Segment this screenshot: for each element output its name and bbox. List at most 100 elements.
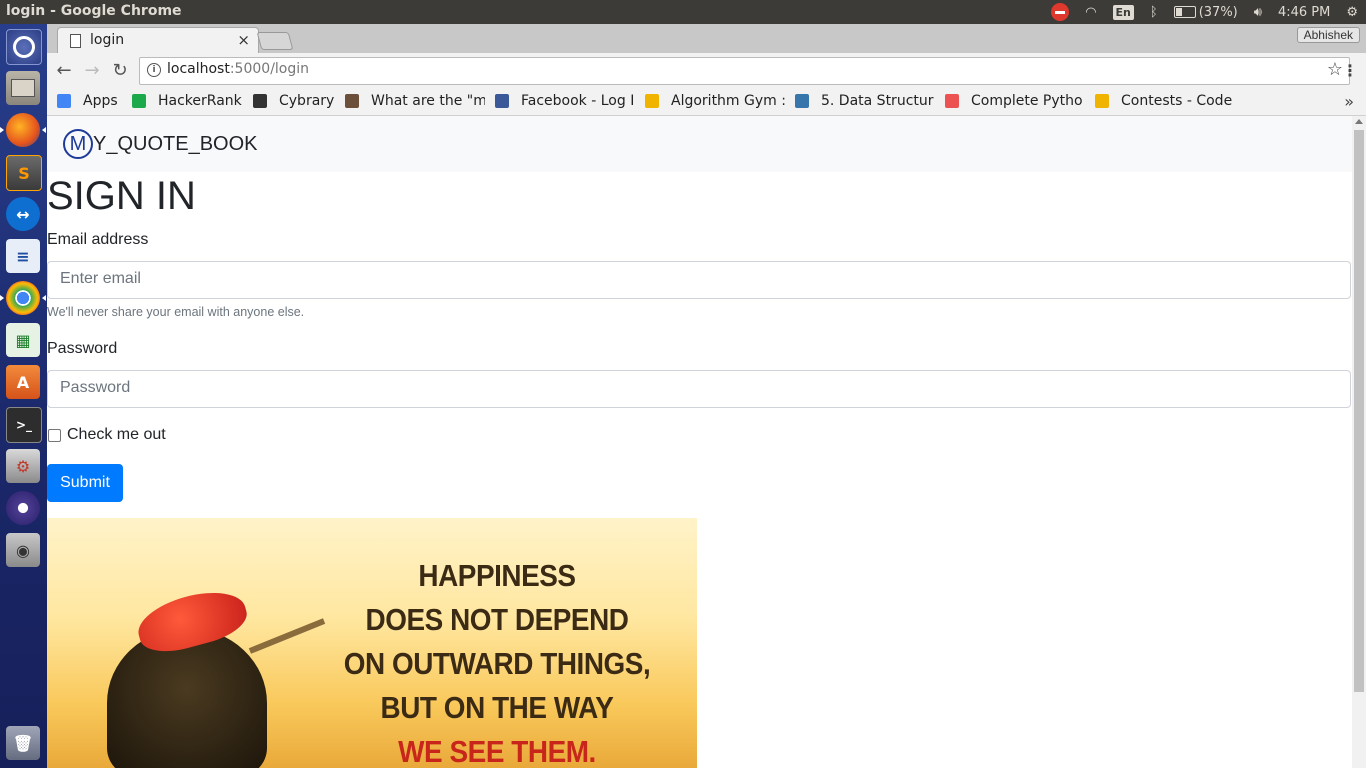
bookmark-item[interactable]: Complete Pytho: [945, 93, 1083, 109]
password-field[interactable]: Password: [47, 370, 1351, 408]
window-title: login - Google Chrome: [6, 3, 182, 19]
writer-icon[interactable]: ≡: [6, 239, 40, 273]
url-text[interactable]: localhost:5000/login: [167, 61, 309, 77]
ubuntu-top-panel: login - Google Chrome ◠ En ᛒ (37%) 🔊︎ 4:…: [0, 0, 1366, 24]
quote-line: DOES NOT DEPEND: [365, 602, 629, 637]
facebook-icon: [495, 94, 509, 108]
page-title: SIGN IN: [47, 174, 196, 218]
system-settings-icon[interactable]: ⚙: [6, 449, 40, 483]
screenshot-icon[interactable]: ◉: [6, 533, 40, 567]
bookmark-label: Facebook - Log I: [521, 93, 635, 109]
hedgehog-illustration: [107, 628, 267, 768]
system-tray: ◠ En ᛒ (37%) 🔊︎ 4:46 PM ⚙: [1043, 0, 1366, 24]
password-placeholder: Password: [60, 379, 131, 396]
clock[interactable]: 4:46 PM: [1278, 5, 1330, 20]
bookmark-item[interactable]: What are the "m: [345, 93, 485, 109]
navbar: M Y_QUOTE_BOOK: [47, 116, 1352, 172]
flute-illustration: [248, 618, 326, 654]
udemy-icon: [945, 94, 959, 108]
bookmark-label: Contests - Code: [1121, 93, 1233, 109]
battery-icon: [1173, 6, 1196, 18]
python-icon: [795, 94, 809, 108]
bookmarks-bar: » Apps HackerRank Cybrary What are the "m Fa…: [47, 89, 1366, 116]
browser-toolbar: ← → ↻ i localhost:5000/login ☆ ⋮: [47, 53, 1366, 89]
back-arrow-icon[interactable]: ←: [53, 60, 75, 82]
bookmark-label: Apps: [83, 93, 117, 109]
email-field[interactable]: Enter email: [47, 261, 1351, 299]
battery-indicator[interactable]: (37%): [1173, 4, 1238, 20]
bookmark-label: Algorithm Gym :: [671, 93, 785, 109]
quote-highlight-line: WE SEE THEM.: [398, 734, 596, 768]
tab-login[interactable]: login ×: [57, 27, 259, 54]
tab-close-icon[interactable]: ×: [237, 31, 250, 49]
site-info-icon[interactable]: i: [147, 63, 161, 77]
bookmark-item[interactable]: HackerRank: [132, 93, 242, 109]
brand-logo-icon[interactable]: M: [63, 129, 93, 159]
cc-icon: [345, 94, 359, 108]
scroll-up-arrow-icon[interactable]: [1355, 119, 1363, 124]
check-me-out-checkbox[interactable]: [48, 429, 61, 442]
page-content: M Y_QUOTE_BOOK SIGN IN Email address Ent…: [47, 116, 1352, 768]
scrollbar-thumb[interactable]: [1354, 130, 1364, 692]
volume-icon[interactable]: 🔊︎: [1254, 5, 1262, 20]
sublime-text-icon[interactable]: S: [6, 155, 42, 191]
forward-arrow-icon[interactable]: →: [81, 60, 103, 82]
bookmark-label: 5. Data Structur: [821, 93, 934, 109]
email-placeholder: Enter email: [60, 270, 141, 287]
teamviewer-icon[interactable]: ↔: [6, 197, 40, 231]
bookmark-item[interactable]: Contests - Code: [1095, 93, 1232, 109]
quote-text: HAPPINESS DOES NOT DEPEND ON OUTWARD THI…: [335, 554, 659, 768]
keyboard-layout-indicator[interactable]: En: [1112, 4, 1134, 20]
bookmark-label: HackerRank: [158, 93, 242, 109]
url-path: :5000/login: [229, 61, 310, 77]
wifi-icon[interactable]: ◠: [1085, 5, 1096, 20]
firefox-icon[interactable]: [0, 113, 46, 147]
bookmark-item[interactable]: Cybrary: [253, 93, 334, 109]
email-help-text: We'll never share your email with anyone…: [47, 305, 305, 319]
checkbox-label[interactable]: Check me out: [67, 426, 166, 444]
password-label: Password: [47, 340, 118, 357]
battery-percent: (37%): [1198, 4, 1238, 20]
no-entry-icon[interactable]: [1051, 3, 1070, 21]
tab-strip: login × Abhishek: [47, 24, 1366, 54]
chrome-menu-icon[interactable]: ⋮: [1342, 61, 1358, 80]
email-label: Email address: [47, 231, 149, 248]
bookmark-label: What are the "m: [371, 93, 485, 109]
software-center-icon[interactable]: A: [6, 365, 40, 399]
url-host: localhost: [167, 61, 230, 77]
new-tab-button[interactable]: [256, 32, 294, 50]
bookmark-star-icon[interactable]: ☆: [1327, 59, 1343, 80]
quote-line: ON OUTWARD THINGS,: [343, 646, 651, 681]
quote-line: HAPPINESS: [418, 558, 576, 593]
quote-line: BUT ON THE WAY: [380, 690, 614, 725]
eclipse-icon[interactable]: [6, 491, 40, 525]
chrome-icon[interactable]: [0, 281, 46, 315]
tab-title: login: [90, 32, 125, 48]
bookmark-item[interactable]: Facebook - Log I: [495, 93, 634, 109]
terminal-icon[interactable]: >_: [6, 407, 42, 443]
reload-icon[interactable]: ↻: [109, 60, 131, 82]
page-scrollbar[interactable]: [1352, 116, 1366, 768]
files-icon[interactable]: [6, 71, 40, 105]
bookmark-label: Cybrary: [279, 93, 335, 109]
bookmark-label: Complete Pytho: [971, 93, 1083, 109]
codeforces-icon: [1095, 94, 1109, 108]
page-icon: [70, 34, 81, 48]
bookmark-item[interactable]: Algorithm Gym :: [645, 93, 785, 109]
more-bookmarks-icon[interactable]: »: [1344, 92, 1354, 111]
submit-button[interactable]: Submit: [47, 464, 123, 502]
brand-name[interactable]: Y_QUOTE_BOOK: [93, 133, 258, 156]
unity-launcher: S ↔ ≡ ▦ A >_ ⚙ ◉ 🗑︎: [0, 24, 47, 768]
settings-gear-icon[interactable]: ⚙: [1346, 5, 1358, 20]
address-bar[interactable]: i localhost:5000/login ☆: [139, 57, 1350, 85]
profile-button[interactable]: Abhishek: [1296, 27, 1360, 43]
bookmark-item[interactable]: 5. Data Structur: [795, 93, 934, 109]
ubuntu-dash-icon[interactable]: [6, 29, 42, 65]
codeforces-icon: [645, 94, 659, 108]
trash-icon[interactable]: 🗑︎: [6, 726, 40, 760]
hackerrank-icon: [132, 94, 146, 108]
bluetooth-icon[interactable]: ᛒ: [1150, 5, 1158, 20]
quote-image: HAPPINESS DOES NOT DEPEND ON OUTWARD THI…: [47, 518, 697, 768]
calc-icon[interactable]: ▦: [6, 323, 40, 357]
bookmark-item[interactable]: Apps: [57, 93, 117, 109]
